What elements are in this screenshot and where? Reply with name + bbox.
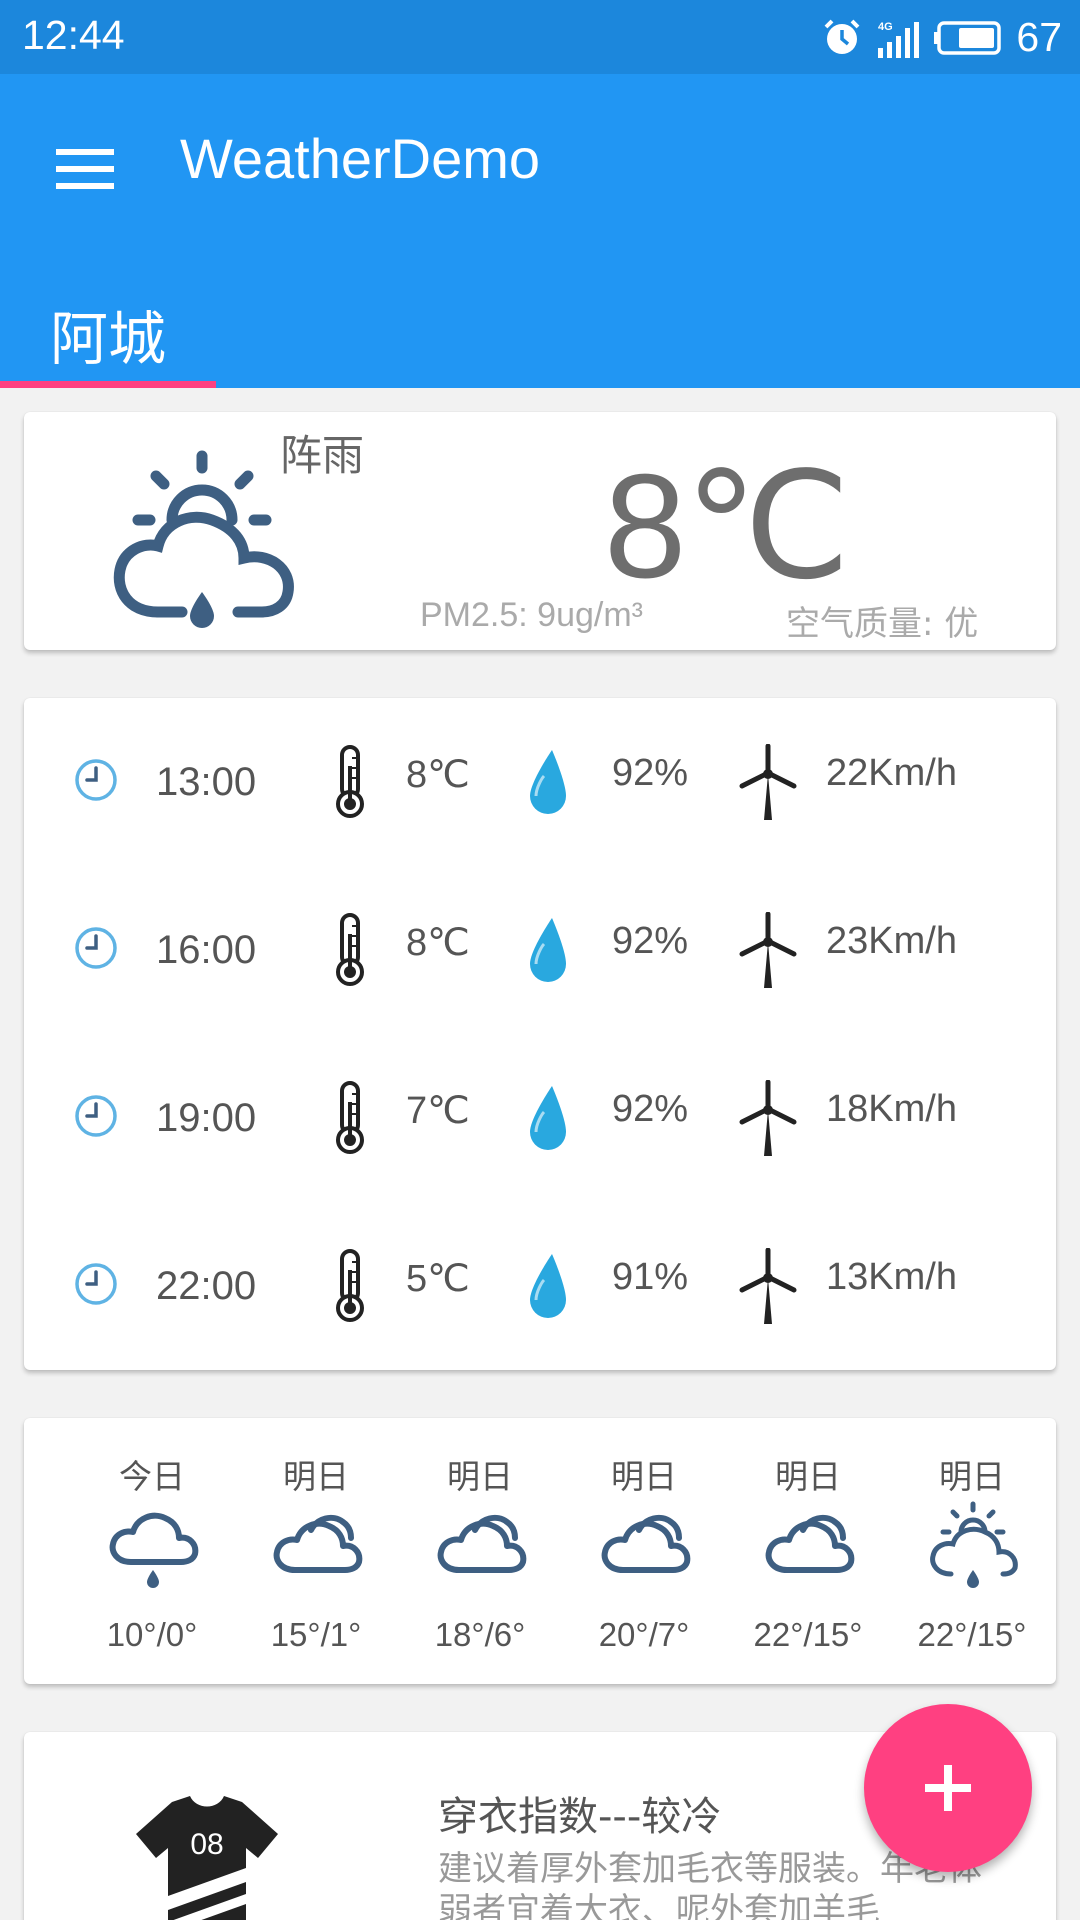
- cloudy-icon: [601, 1514, 691, 1573]
- wind-turbine-icon: [739, 1248, 797, 1324]
- forecast-day: 明日 20°/7°: [562, 1418, 726, 1684]
- current-temperature: 8℃: [604, 444, 851, 609]
- day-temperature-range: 22°/15°: [753, 1616, 863, 1653]
- hour-time: 22:00: [156, 1264, 257, 1308]
- signal-icon: 4G: [878, 21, 920, 58]
- wind-turbine-icon: [739, 1080, 797, 1156]
- daily-forecast-card: 今日 10°/0° 明日 15°/1° 明日 18°/6° 明日 20°/7° 明日 22°/15…: [24, 1418, 1056, 1684]
- status-icons: 4G 67: [822, 14, 1062, 61]
- hour-humidity: 92%: [612, 920, 689, 962]
- app-bar: WeatherDemo 阿城: [0, 74, 1080, 388]
- day-label: 明日: [775, 1457, 841, 1496]
- forecast-day: 明日 18°/6°: [398, 1418, 562, 1684]
- clock-icon: [75, 1263, 117, 1305]
- forecast-day: 明日 15°/1°: [234, 1418, 398, 1684]
- day-label: 明日: [939, 1457, 1005, 1496]
- hour-temperature: 7℃: [406, 1090, 470, 1132]
- tab-label: 阿城: [50, 305, 167, 373]
- hour-humidity: 92%: [612, 752, 689, 794]
- hamburger-menu-icon: [56, 149, 114, 189]
- day-temperature-range: 22°/15°: [917, 1616, 1027, 1653]
- add-fab-button[interactable]: [864, 1704, 1032, 1872]
- rain-cloud-icon: [109, 1512, 199, 1588]
- status-bar: 12:44 4G 67: [0, 0, 1080, 74]
- humidity-drop-icon: [530, 918, 566, 982]
- app-title: WeatherDemo: [180, 127, 541, 190]
- hour-temperature: 5℃: [406, 1258, 470, 1300]
- hourly-row: 16:00 8℃ 92% 23Km/h: [24, 866, 1056, 1034]
- current-weather-card: 阵雨 8℃ PM2.5: 9ug/m³ 空气质量: 优: [24, 412, 1056, 650]
- partly-sunny-rain-icon: [930, 1501, 1018, 1588]
- clock-icon: [75, 1095, 117, 1137]
- hour-time: 19:00: [156, 1096, 257, 1140]
- pm25-value: PM2.5: 9ug/m³: [420, 596, 643, 634]
- cloudy-icon: [437, 1514, 527, 1573]
- tab-city[interactable]: 阿城: [0, 274, 216, 388]
- thermometer-icon: [336, 1081, 364, 1154]
- hour-temperature: 8℃: [406, 922, 470, 964]
- plus-icon: [925, 1765, 971, 1811]
- thermometer-icon: [336, 913, 364, 986]
- hour-wind-speed: 23Km/h: [826, 920, 957, 962]
- clock-icon: [75, 927, 117, 969]
- hour-humidity: 92%: [612, 1088, 689, 1130]
- air-quality-value: 空气质量: 优: [786, 604, 979, 644]
- day-label: 明日: [611, 1457, 677, 1496]
- hourly-row: 19:00 7℃ 92% 18Km/h: [24, 1034, 1056, 1202]
- forecast-day: 今日 10°/0°: [70, 1418, 234, 1684]
- hour-wind-speed: 18Km/h: [826, 1088, 957, 1130]
- hour-humidity: 91%: [612, 1256, 689, 1298]
- hour-wind-speed: 22Km/h: [826, 752, 957, 794]
- humidity-drop-icon: [530, 750, 566, 814]
- thermometer-icon: [336, 1249, 364, 1322]
- humidity-drop-icon: [530, 1254, 566, 1318]
- thermometer-icon: [336, 745, 364, 818]
- hourly-forecast-card: 13:00 8℃ 92% 22Km/h 16:00 8℃ 92% 23Km/h 19:00 7℃ 9…: [24, 698, 1056, 1370]
- tshirt-icon: 08: [136, 1796, 278, 1920]
- day-label: 明日: [283, 1457, 349, 1496]
- battery-level: 67: [1016, 14, 1062, 60]
- hourly-row: 13:00 8℃ 92% 22Km/h: [24, 698, 1056, 866]
- weather-description: 阵雨: [280, 431, 365, 480]
- clothing-title: 穿衣指数---较冷: [438, 1794, 722, 1840]
- battery-icon: [934, 20, 1002, 55]
- wind-turbine-icon: [739, 744, 797, 820]
- clock-icon: [75, 759, 117, 801]
- forecast-day: 明日 22°/15°: [890, 1418, 1054, 1684]
- day-label: 明日: [447, 1457, 513, 1496]
- cloudy-icon: [273, 1514, 363, 1573]
- day-temperature-range: 20°/7°: [598, 1616, 690, 1653]
- day-label: 今日: [119, 1457, 185, 1496]
- menu-button[interactable]: [40, 124, 130, 214]
- hourly-row: 22:00 5℃ 91% 13Km/h: [24, 1202, 1056, 1370]
- alarm-icon: [824, 19, 860, 54]
- hour-time: 16:00: [156, 928, 257, 972]
- tab-indicator: [0, 381, 216, 388]
- hour-wind-speed: 13Km/h: [826, 1256, 957, 1298]
- humidity-drop-icon: [530, 1086, 566, 1150]
- day-temperature-range: 18°/6°: [434, 1616, 526, 1653]
- hour-time: 13:00: [156, 760, 257, 804]
- day-temperature-range: 15°/1°: [270, 1616, 362, 1653]
- shirt-number: 08: [190, 1828, 223, 1861]
- day-temperature-range: 10°/0°: [106, 1616, 198, 1653]
- cloudy-icon: [765, 1514, 855, 1573]
- status-time: 12:44: [22, 12, 125, 58]
- wind-turbine-icon: [739, 912, 797, 988]
- hour-temperature: 8℃: [406, 754, 470, 796]
- partly-sunny-rain-icon: [113, 450, 294, 628]
- network-type-label: 4G: [878, 21, 893, 33]
- forecast-day: 明日 22°/15°: [726, 1418, 890, 1684]
